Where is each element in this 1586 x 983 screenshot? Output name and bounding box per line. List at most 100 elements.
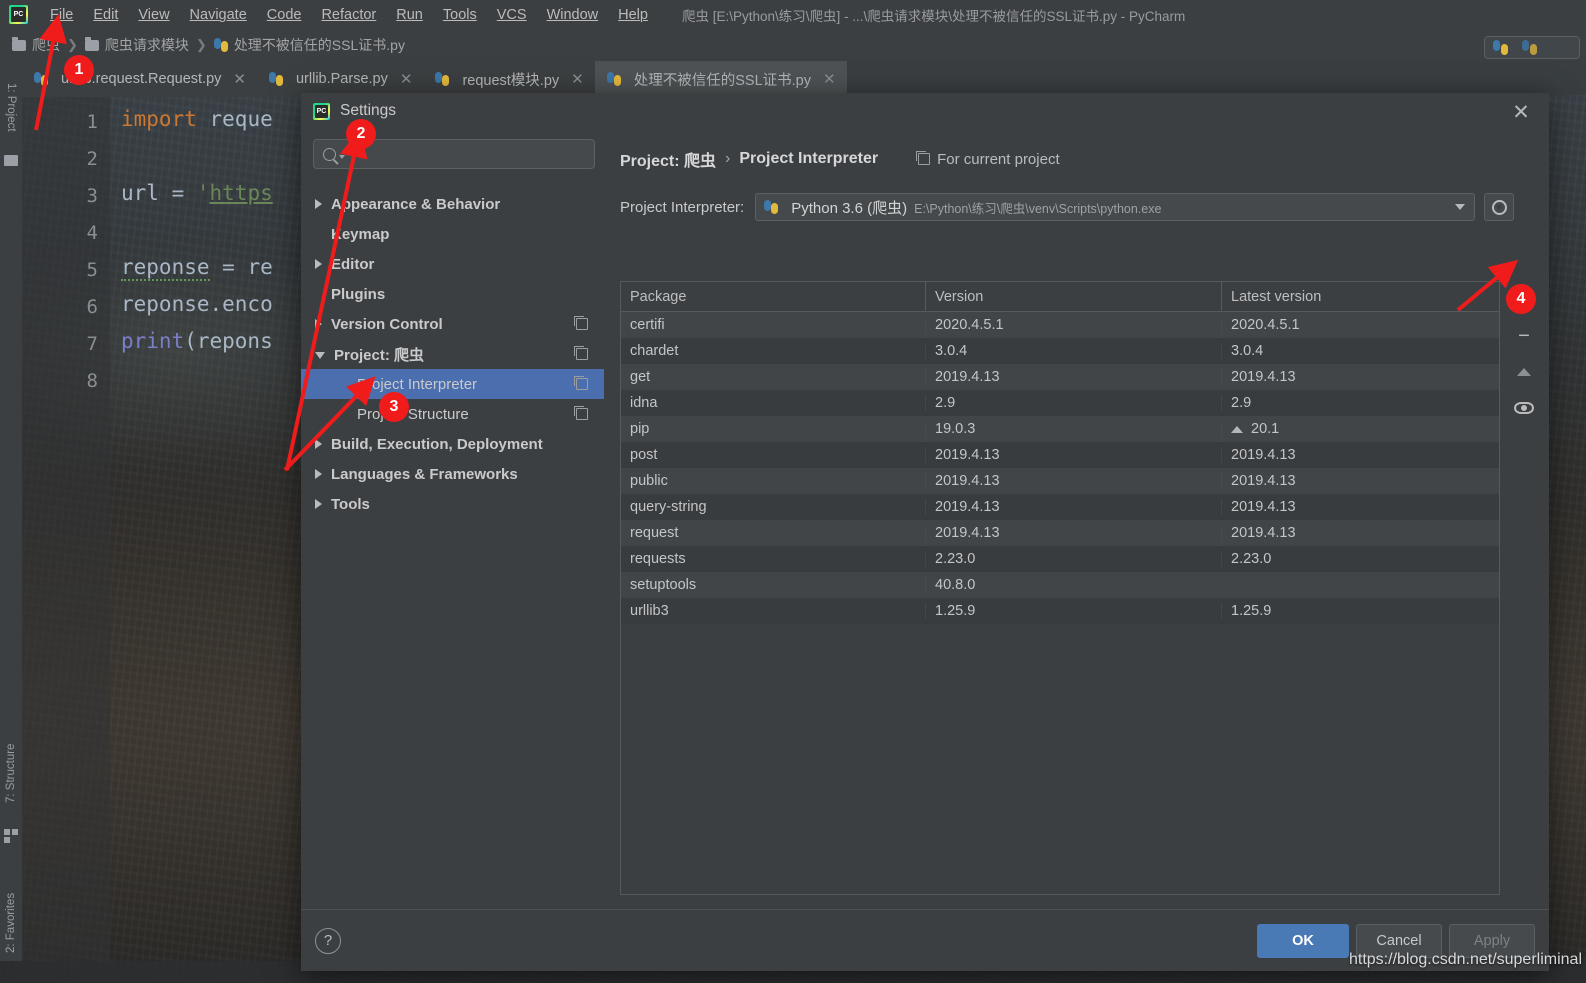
editor-tab[interactable]: request模块.py ✕	[423, 61, 595, 97]
copy-icon	[574, 406, 588, 420]
sidebar-item-project[interactable]: 1: Project	[0, 65, 22, 149]
stripe-label-favorites: 2: Favorites	[5, 892, 17, 954]
menu-edit[interactable]: Edit	[83, 5, 128, 25]
annotation-badge-1: 1	[64, 55, 94, 85]
editor-tab[interactable]: urllib.Parse.py ✕	[256, 61, 424, 97]
table-row[interactable]: public 2019.4.13 2019.4.13	[621, 468, 1499, 494]
cell-package: setuptools	[630, 577, 697, 593]
editor-tab[interactable]: urllib.request.Request.py ✕	[22, 61, 257, 97]
cell-latest-version: 2019.4.13	[1221, 369, 1499, 385]
settings-category-panel: Appearance & Behavior Keymap Editor Plugins…	[301, 129, 604, 909]
column-header-package[interactable]: Package	[621, 282, 925, 311]
table-row[interactable]: post 2019.4.13 2019.4.13	[621, 442, 1499, 468]
cell-package: post	[630, 447, 658, 463]
menu-window[interactable]: Window	[537, 5, 609, 25]
help-button[interactable]: ?	[315, 927, 341, 954]
settings-tree-item-editor[interactable]: Editor	[301, 249, 604, 279]
settings-tree-item-project-interpreter[interactable]: Project Interpreter	[301, 369, 604, 399]
packages-table[interactable]: Package Version Latest version certifi 20…	[620, 281, 1500, 895]
table-row[interactable]: setuptools 40.8.0	[621, 572, 1499, 598]
settings-tree-item-keymap[interactable]: Keymap	[301, 219, 604, 249]
breadcrumb-item-2[interactable]: 处理不被信任的SSL证书.py	[213, 35, 405, 55]
run-configuration-widget[interactable]	[1484, 36, 1580, 59]
sidebar-item-structure[interactable]: 7: Structure	[0, 721, 22, 825]
cell-version: 3.0.4	[925, 343, 1221, 359]
cell-package: idna	[630, 395, 658, 411]
structure-icon	[4, 829, 18, 843]
chevron-right-icon[interactable]	[315, 499, 322, 509]
settings-tree-item-plugins[interactable]: Plugins	[301, 279, 604, 309]
cell-latest-version-text: 20.1	[1251, 421, 1280, 437]
settings-tree-label: Languages & Frameworks	[331, 465, 518, 483]
column-header-version[interactable]: Version	[925, 282, 1221, 311]
menu-code[interactable]: Code	[257, 5, 312, 25]
table-row[interactable]: request 2019.4.13 2019.4.13	[621, 520, 1499, 546]
upgrade-arrow-icon[interactable]	[1513, 361, 1535, 383]
cell-latest-version-text: 2019.4.13	[1231, 499, 1296, 515]
settings-tree-label: Project: 爬虫	[334, 346, 425, 364]
annotation-badge-3: 3	[379, 392, 409, 422]
settings-tree-label: Project Interpreter	[357, 375, 478, 393]
stripe-label-structure: 7: Structure	[5, 743, 17, 803]
interpreter-settings-button[interactable]	[1484, 193, 1515, 221]
table-row[interactable]: idna 2.9 2.9	[621, 390, 1499, 416]
interpreter-row: Project Interpreter: Python 3.6 (爬虫) E:\…	[604, 171, 1549, 221]
cell-package: urllib3	[630, 603, 669, 619]
menu-refactor[interactable]: Refactor	[311, 5, 386, 25]
menu-vcs[interactable]: VCS	[487, 5, 537, 25]
column-header-latest-version[interactable]: Latest version	[1221, 282, 1499, 311]
code-line: reponse = re	[121, 255, 273, 281]
settings-tree-item-languages-frameworks[interactable]: Languages & Frameworks	[301, 459, 604, 489]
cell-latest-version: 2019.4.13	[1221, 473, 1499, 489]
chevron-right-icon[interactable]	[315, 439, 322, 449]
breadcrumb-item-0[interactable]: 爬虫	[12, 35, 60, 55]
menu-help[interactable]: Help	[608, 5, 658, 25]
settings-tree-item-project-structure[interactable]: Project Structure	[301, 399, 604, 429]
table-row[interactable]: requests 2.23.0 2.23.0	[621, 546, 1499, 572]
stripe-label-project: 1: Project	[5, 82, 17, 132]
sidebar-item-favorites[interactable]: 2: Favorites	[0, 869, 22, 977]
chevron-right-icon[interactable]	[315, 199, 322, 209]
ok-button[interactable]: OK	[1257, 923, 1349, 958]
close-icon[interactable]: ✕	[823, 70, 836, 88]
copy-icon	[916, 151, 931, 165]
settings-tree-item-appearance-behavior[interactable]: Appearance & Behavior	[301, 189, 604, 219]
close-icon[interactable]: ✕	[571, 70, 584, 88]
chevron-down-icon[interactable]	[315, 352, 325, 359]
cell-package: public	[630, 473, 668, 489]
menu-run[interactable]: Run	[386, 5, 433, 25]
window-title: 爬虫 [E:\Python\练习\爬虫] - ...\爬虫请求模块\处理不被信任…	[681, 8, 1186, 24]
minus-icon[interactable]: −	[1513, 325, 1535, 347]
settings-tree-item-project[interactable]: Project: 爬虫	[301, 339, 604, 369]
breadcrumb-item-1[interactable]: 爬虫请求模块	[84, 35, 189, 55]
chevron-right-icon[interactable]	[315, 259, 322, 269]
chevron-down-icon	[1455, 204, 1466, 210]
settings-tree-item-version-control[interactable]: Version Control	[301, 309, 604, 339]
menu-tools[interactable]: Tools	[433, 5, 487, 25]
close-icon[interactable]: ✕	[1507, 98, 1535, 126]
interpreter-select[interactable]: Python 3.6 (爬虫) E:\Python\练习\爬虫\venv\Scr…	[755, 193, 1476, 221]
python-file-icon	[268, 72, 283, 86]
breadcrumb-project: Project: 爬虫	[620, 153, 717, 170]
settings-tree-label: Tools	[331, 495, 370, 513]
table-row[interactable]: certifi 2020.4.5.1 2020.4.5.1	[621, 312, 1499, 338]
table-row[interactable]: urllib3 1.25.9 1.25.9	[621, 598, 1499, 624]
table-row[interactable]: query-string 2019.4.13 2019.4.13	[621, 494, 1499, 520]
chevron-right-icon[interactable]	[315, 319, 322, 329]
editor-tab[interactable]: 处理不被信任的SSL证书.py ✕	[594, 61, 847, 97]
close-icon[interactable]: ✕	[400, 70, 413, 88]
table-row[interactable]: get 2019.4.13 2019.4.13	[621, 364, 1499, 390]
cell-latest-version: 2019.4.13	[1221, 447, 1499, 463]
chevron-right-icon[interactable]	[315, 469, 322, 479]
settings-tree-item-build-execution-deployment[interactable]: Build, Execution, Deployment	[301, 429, 604, 459]
eye-icon[interactable]	[1513, 397, 1535, 419]
close-icon[interactable]: ✕	[233, 70, 246, 88]
python-icon	[1522, 40, 1537, 55]
copy-icon	[574, 376, 588, 390]
menu-view[interactable]: View	[128, 5, 179, 25]
table-row[interactable]: chardet 3.0.4 3.0.4	[621, 338, 1499, 364]
menu-navigate[interactable]: Navigate	[180, 5, 257, 25]
menu-file[interactable]: File	[40, 5, 83, 25]
table-row[interactable]: pip 19.0.3 20.1	[621, 416, 1499, 442]
settings-tree-item-tools[interactable]: Tools	[301, 489, 604, 519]
